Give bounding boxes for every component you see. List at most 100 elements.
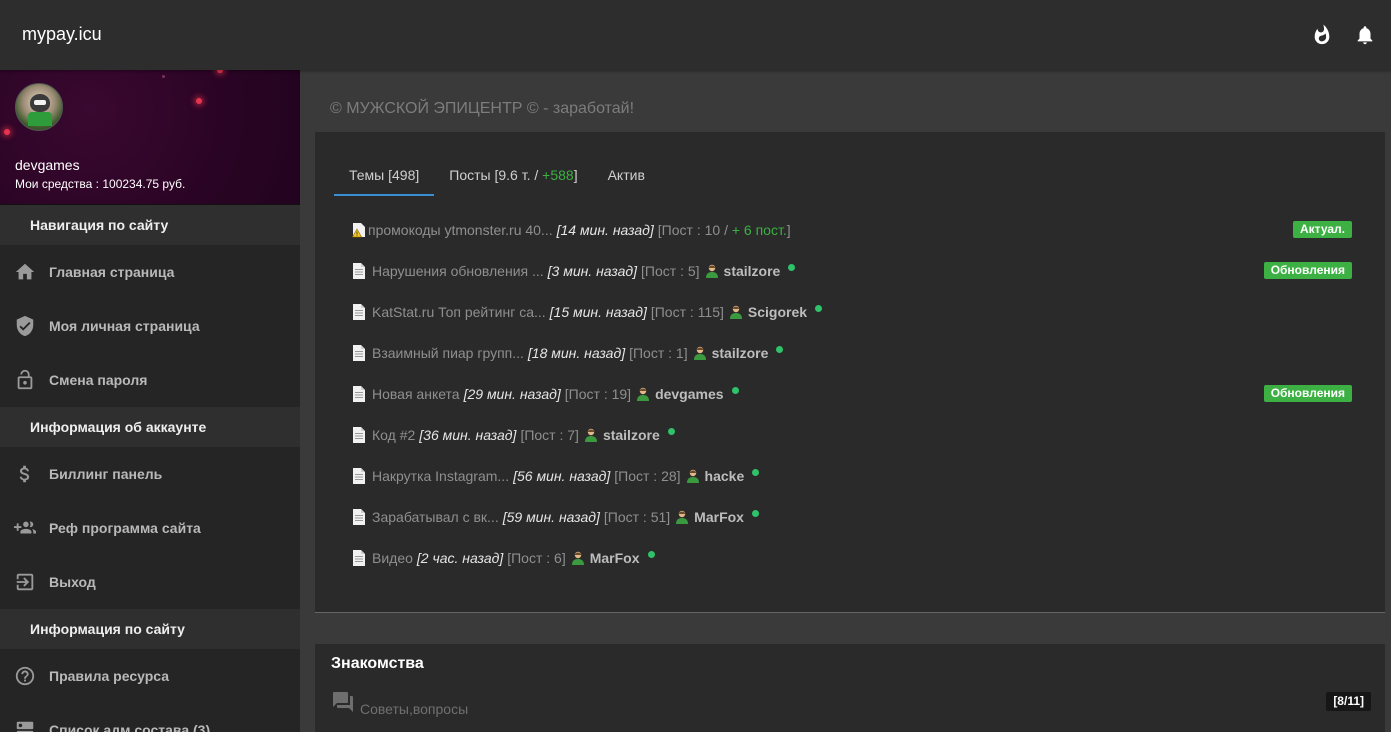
document-icon [352,262,366,279]
topic-author[interactable]: stailzore [712,345,769,361]
topic-title[interactable]: KatStat.ru Топ рейтинг са... [372,304,546,320]
section-header-account: Информация об аккаунте [0,407,300,447]
topic-post-count-text: [Пост : 5] [641,262,700,279]
topic-row[interactable]: промокоды ytmonster.ru 40... [14 мин. наз… [351,209,1352,250]
topic-author[interactable]: Scigorek [748,304,807,320]
topic-author[interactable]: MarFox [694,509,744,525]
topic-status-badge: Актуал. [1293,221,1352,238]
document-icon [352,385,366,402]
topic-time: [18 мин. назад] [527,344,626,361]
topic-post-count-text: [Пост : 19] [564,385,632,402]
online-status-dot [647,551,655,558]
profile-username[interactable]: devgames [15,157,80,173]
topic-post-count-text: [Пост : 6] [507,549,566,566]
topic-post-count-text: [Пост : 1] [629,344,688,361]
dns-icon [14,719,36,732]
bell-icon[interactable] [1354,24,1376,46]
tab-topics[interactable]: Темы [498] [334,160,435,196]
nav-item-label: Моя личная страница [49,318,200,334]
online-status-dot [751,510,759,517]
nav-item-my-page[interactable]: Моя личная страница [0,299,300,353]
brand-logo[interactable]: mypay.icu [22,24,102,45]
topic-title[interactable]: Новая анкета [372,386,460,402]
nav-item-billing[interactable]: Биллинг панель [0,447,300,501]
shield-check-icon [14,315,36,337]
topic-post-count-text: [Пост : 115] [650,303,724,320]
exit-icon [14,571,36,593]
topic-time: [56 мин. назад] [513,467,611,484]
nav-item-rules[interactable]: Правила ресурса [0,649,300,703]
user-icon [675,510,689,524]
user-icon [729,305,743,319]
online-status-dot [667,428,675,435]
tab-active[interactable]: Актив [593,160,660,196]
group-add-icon [14,517,36,539]
topic-row[interactable]: Накрутка Instagram... [56 мин. назад] [Пос… [352,455,1352,496]
top-bar: mypay.icu [0,0,1391,70]
topic-post-count: [Пост : 28] [614,468,680,484]
topic-time: [59 мин. назад] [502,508,600,525]
nav-item-label: Список адм состава (3) [49,722,211,732]
warning-icon [351,222,366,238]
nav-item-label: Смена пароля [49,372,148,388]
tab-posts[interactable]: Посты [9.6 т. / +588] [434,160,592,196]
topic-title[interactable]: Взаимный пиар групп... [372,345,524,361]
topic-row[interactable]: Видео [2 час. назад] [Пост : 6] MarFox [352,537,1352,578]
topic-status-badge: Обновления [1263,385,1352,402]
document-icon [352,303,366,320]
topic-time: [29 мин. назад] [463,385,561,402]
topic-title[interactable]: промокоды ytmonster.ru 40... [368,222,553,238]
tab-posts-suffix: ] [573,167,578,183]
topic-post-count-end: ] [786,221,791,238]
document-icon [352,467,366,484]
topic-author[interactable]: hacke [705,468,745,484]
nav-item-admin-list[interactable]: Список адм состава (3) [0,703,300,732]
sidebar: devgames Мои средства : 100234.75 руб. Н… [0,70,300,732]
topic-post-count: [Пост : 115] [651,304,724,320]
topic-row[interactable]: KatStat.ru Топ рейтинг са... [15 мин. наз… [352,291,1352,332]
topic-title[interactable]: Код #2 [372,427,415,443]
nav-item-label: Реф программа сайта [49,520,201,536]
topic-post-count: [Пост : 7] [520,427,579,443]
profile-funds: Мои средства : 100234.75 руб. [15,177,186,191]
topic-post-count-text: [Пост : 51] [603,508,671,525]
user-icon [584,428,598,442]
forum-icon [331,690,355,719]
topic-list: промокоды ytmonster.ru 40... [14 мин. наз… [351,209,1352,578]
nav-item-logout[interactable]: Выход [0,555,300,609]
topic-author[interactable]: devgames [655,386,723,402]
forum-row[interactable]: Советы,вопросы [8/11] [331,690,1371,719]
topic-row[interactable]: Зарабатывал с вк... [59 мин. назад] [Пост … [352,496,1352,537]
topic-title[interactable]: Видео [372,550,413,566]
document-icon [352,549,366,566]
document-icon [352,344,366,361]
nav-item-label: Биллинг панель [49,466,163,482]
topic-row[interactable]: Взаимный пиар групп... [18 мин. назад] [По… [352,332,1352,373]
nav-item-home[interactable]: Главная страница [0,245,300,299]
section-header-site-info: Информация по сайту [0,609,300,649]
topic-author[interactable]: stailzore [603,427,660,443]
document-icon [352,426,366,443]
topic-title[interactable]: Накрутка Instagram... [372,468,509,484]
document-icon [352,508,366,525]
topic-author[interactable]: stailzore [724,263,781,279]
nav-item-label: Выход [49,574,96,590]
forum-name[interactable]: Советы,вопросы [360,701,468,717]
topic-time: [3 мин. назад] [547,262,638,279]
topic-title[interactable]: Нарушения обновления ... [372,263,544,279]
decor-spark [196,98,202,104]
topic-row[interactable]: Новая анкета [29 мин. назад] [Пост : 19] de… [352,373,1352,414]
profile-card: devgames Мои средства : 100234.75 руб. [0,70,300,205]
nav-item-referral[interactable]: Реф программа сайта [0,501,300,555]
decor-spark [217,70,223,73]
user-icon [571,551,585,565]
topic-title[interactable]: Зарабатывал с вк... [372,509,499,525]
topic-row[interactable]: Код #2 [36 мин. назад] [Пост : 7] stailzore [352,414,1352,455]
avatar[interactable] [15,83,63,131]
topic-author[interactable]: MarFox [590,550,640,566]
section-header-navigation: Навигация по сайту [0,205,300,245]
topic-row[interactable]: Нарушения обновления ... [3 мин. назад] [П… [352,250,1352,291]
tab-posts-label: Посты [9.6 т. / [449,167,543,183]
nav-item-change-password[interactable]: Смена пароля [0,353,300,407]
fire-icon[interactable] [1311,24,1333,46]
